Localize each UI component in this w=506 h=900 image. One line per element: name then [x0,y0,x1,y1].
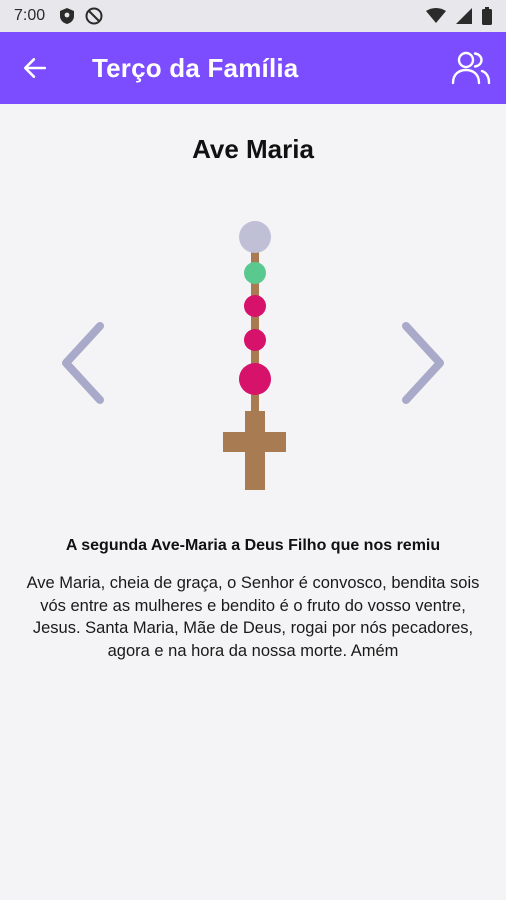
rosary-bead-done [244,329,266,351]
chevron-left-icon[interactable] [54,318,114,408]
status-bar: 7:00 [0,0,506,32]
family-button[interactable] [436,32,506,104]
prayer-subtitle: A segunda Ave-Maria a Deus Filho que nos… [65,537,441,554]
arrow-back-icon [23,58,47,78]
prayer-text: Ave Maria, cheia de graça, o Senhor é co… [26,574,480,660]
app-title: Terço da Família [92,52,299,83]
rosary-cross [223,411,286,490]
back-button[interactable] [0,32,70,104]
rosary-illustration [223,221,286,490]
do-not-disturb-icon [85,7,103,25]
rosary-bead-current [244,262,266,284]
prayer-title: Ave Maria [192,134,314,164]
cell-signal-icon [456,8,472,24]
wifi-icon [426,8,446,23]
people-icon [451,51,491,85]
shield-icon [60,8,75,24]
battery-icon [482,7,492,25]
status-time: 7:00 [14,7,46,24]
chevron-right-icon[interactable] [392,318,452,408]
rosary-bead-done [244,295,266,317]
rosary-bead-done-large [239,363,271,395]
app-bar: Terço da Família [0,32,506,104]
rosary-bead-pending [239,221,271,253]
